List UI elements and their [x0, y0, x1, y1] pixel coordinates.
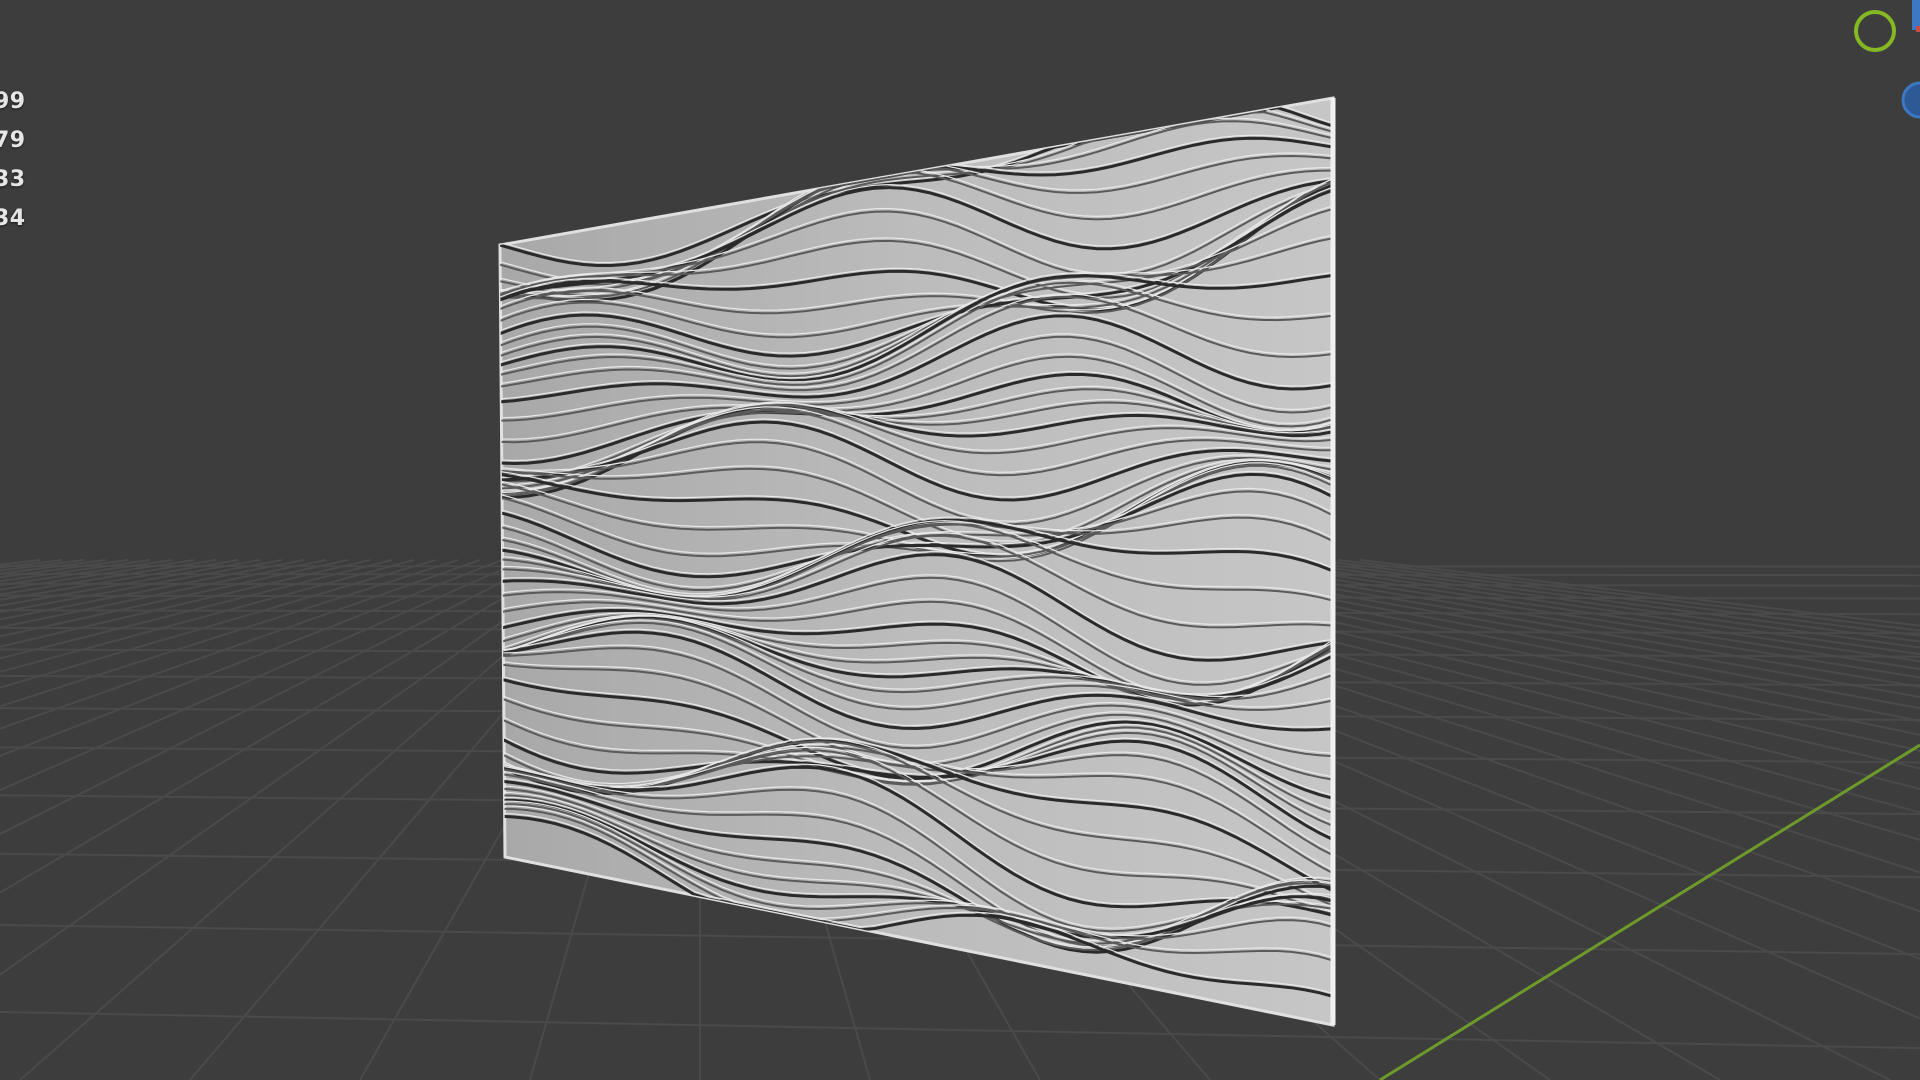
3d-viewport[interactable]: 99 79 33 34 [0, 0, 1920, 1080]
stat-value: 99 [0, 89, 26, 114]
scene-canvas [0, 96, 1920, 1080]
relief-panel-mesh[interactable] [498, 96, 1336, 1027]
stat-value: 79 [0, 128, 26, 153]
gizmo-edge-marker [1912, 0, 1920, 30]
z-axis-icon[interactable] [1901, 81, 1920, 119]
y-axis-line [1379, 743, 1920, 1080]
stat-value: 34 [0, 206, 26, 231]
scene-statistics-overlay: 99 79 33 34 [0, 82, 120, 238]
y-axis-icon[interactable] [1854, 10, 1896, 52]
navigation-gizmo[interactable] [1830, 0, 1920, 130]
stat-value: 33 [0, 167, 26, 192]
